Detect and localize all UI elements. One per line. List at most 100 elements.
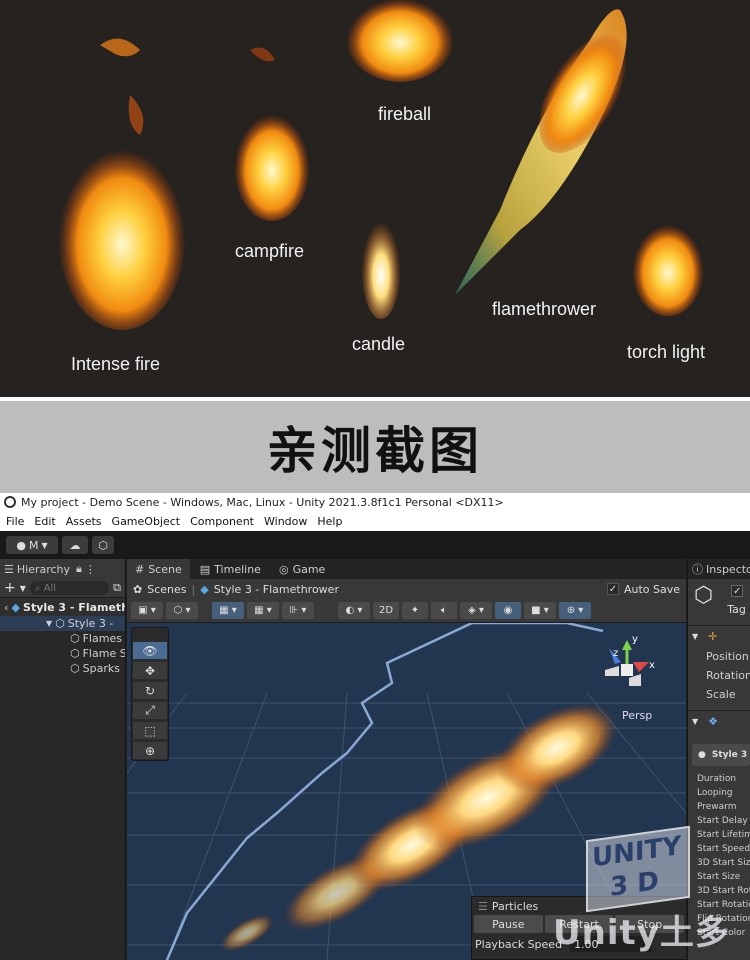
breadcrumb-item[interactable]: Style 3 - Flamethrower xyxy=(214,583,339,596)
hierarchy-panel: ☰ Hierarchy 🔒︎ ⋮ + ▼ ⌕ All ⧉ ‹ ◆ Style 3… xyxy=(0,559,126,960)
expand-arrow-icon[interactable]: ▼ xyxy=(46,619,52,628)
active-checkbox[interactable]: ✓ xyxy=(731,585,744,597)
menu-help[interactable]: Help xyxy=(317,515,342,528)
intense-fire-label: Intense fire xyxy=(71,354,161,374)
tab-game[interactable]: ◎ Game xyxy=(271,559,333,579)
prop-3d-start-rotation: 3D Start Rotation xyxy=(697,886,750,896)
scale-label: Scale xyxy=(706,688,736,701)
effects-showcase: Intense fire campfire fireball candle fl… xyxy=(0,0,750,397)
lighting-button[interactable]: ✦ xyxy=(402,602,428,619)
hierarchy-item[interactable]: ▼ ⬡ Style 3 - xyxy=(0,616,125,631)
banner-text: 亲测截图 xyxy=(267,422,483,480)
rotate-tool-button[interactable]: ↻ xyxy=(133,682,167,699)
more-icon[interactable]: ⋮ xyxy=(85,563,96,576)
window-title: My project - Demo Scene - Windows, Mac, … xyxy=(21,495,504,509)
collapse-arrow-icon: ▼ xyxy=(692,632,699,641)
hierarchy-tab[interactable]: ☰ Hierarchy 🔒︎ ⋮ xyxy=(0,559,125,579)
scene-visibility-button[interactable]: ◉ xyxy=(495,602,521,619)
chevron-down-icon[interactable]: ▼ xyxy=(20,584,26,593)
candle-effect xyxy=(361,211,401,319)
menu-component[interactable]: Component xyxy=(190,515,254,528)
tool-pivot-button[interactable]: ⬡ ▾ xyxy=(166,602,198,619)
scale-icon: ⤢ xyxy=(145,703,155,717)
gameobject-icon: ⬡ xyxy=(70,662,80,675)
rotate-icon: ↻ xyxy=(144,683,156,698)
hierarchy-item-label: Sparks xyxy=(82,662,120,675)
back-arrow-icon[interactable]: ‹ xyxy=(4,601,9,614)
account-button[interactable]: ● M ▼ xyxy=(6,536,58,554)
particle-system-header[interactable]: ▼ ❖ xyxy=(688,710,750,732)
window-titlebar: My project - Demo Scene - Windows, Mac, … xyxy=(0,493,750,511)
camera-button[interactable]: ■ ▾ xyxy=(524,602,556,619)
lock-icon[interactable]: 🔒︎ xyxy=(76,562,82,576)
move-tool-button[interactable]: ✥ xyxy=(133,662,167,679)
inspector-tab-label: Inspector xyxy=(706,562,750,576)
grid-settings-button[interactable]: ▦ ▾ xyxy=(247,602,279,619)
menu-assets[interactable]: Assets xyxy=(66,515,102,528)
main-toolbar: ● M ▼ ☁ ⬡ xyxy=(0,531,750,559)
transform-icon: ✛ xyxy=(708,630,718,643)
scene-visibility-icon[interactable]: ⧉ xyxy=(113,581,121,595)
add-icon[interactable]: + xyxy=(4,580,16,596)
shading-mode-button[interactable]: ◐ ▾ xyxy=(338,602,370,619)
breadcrumb-root[interactable]: Scenes xyxy=(147,583,186,596)
rect-tool-button[interactable]: ⬚ xyxy=(133,722,167,739)
menu-window[interactable]: Window xyxy=(264,515,307,528)
hierarchy-item-label: Flame S xyxy=(82,647,125,660)
search-icon: ⌕ xyxy=(34,582,44,594)
transform-tool-button[interactable]: ⊕ xyxy=(133,742,167,759)
auto-save-label: Auto Save xyxy=(623,582,680,596)
mode-2d-button[interactable]: 2D xyxy=(373,602,399,619)
prop-looping: Looping xyxy=(697,788,733,798)
particle-component-name: Style 3 xyxy=(711,750,748,760)
hierarchy-item[interactable]: ⬡ Sparks xyxy=(0,661,125,676)
hierarchy-item[interactable]: ⬡ Flame S xyxy=(0,646,125,661)
view-tool-button[interactable]: 👁︎ xyxy=(133,642,167,659)
rotation-label: Rotation xyxy=(706,669,750,682)
increment-snap-button[interactable]: ⊪ ▾ xyxy=(282,602,314,619)
gamepad-icon: ◎ xyxy=(278,562,289,576)
inspector-tab[interactable]: ⓘ Inspector xyxy=(688,559,750,579)
candle-label: candle xyxy=(352,334,406,354)
transform-header[interactable]: ▼ ✛ xyxy=(688,625,750,647)
persp-label[interactable]: Persp xyxy=(622,709,652,722)
unity-3d-watermark-logo: UNITY 3 D xyxy=(586,825,690,913)
tab-timeline-label: Timeline xyxy=(214,562,261,576)
particle-component-tab[interactable]: ● Style 3 xyxy=(692,744,750,766)
menu-file[interactable]: File xyxy=(6,515,24,528)
gizmos-button[interactable]: ⊕ ▾ xyxy=(559,602,591,619)
pause-button[interactable]: Pause xyxy=(474,915,543,933)
hierarchy-scene-header[interactable]: ‹ ◆ Style 3 - Flamethrower xyxy=(0,598,125,616)
menu-gameobject[interactable]: GameObject xyxy=(112,515,181,528)
grid-snap-button[interactable]: ▦ ▾ xyxy=(212,602,244,619)
rect-icon: ⬚ xyxy=(144,723,156,738)
gizmo-x-label: x xyxy=(649,660,655,671)
breadcrumb-separator: | xyxy=(191,582,196,596)
scenes-icon: ✿ xyxy=(133,582,143,596)
tool-handle-button[interactable]: ▣ ▾ xyxy=(131,602,163,619)
effects-button[interactable]: ◈ ▾ xyxy=(460,602,492,619)
cloud-button[interactable]: ☁ xyxy=(62,536,88,554)
hierarchy-search-input[interactable]: ⌕ All xyxy=(29,581,110,595)
auto-save-checkbox[interactable]: ✓ xyxy=(606,583,619,595)
tab-timeline[interactable]: ▤ Timeline xyxy=(192,559,269,579)
account-label: M xyxy=(28,538,39,552)
prop-start-speed: Start Speed xyxy=(697,844,750,854)
tag-label: Tag xyxy=(727,603,746,616)
tab-scene[interactable]: # Scene xyxy=(127,559,190,579)
prop-start-size: Start Size xyxy=(697,872,741,882)
collapse-arrow-icon: ▼ xyxy=(692,717,699,726)
cloud-icon: ☁ xyxy=(69,538,81,552)
collab-button[interactable]: ⬡ xyxy=(92,536,114,554)
hierarchy-item[interactable]: ⬡ Flames xyxy=(0,631,125,646)
prop-start-delay: Start Delay xyxy=(697,816,748,826)
hierarchy-item-label: Style 3 - xyxy=(67,617,114,630)
hierarchy-tab-label: Hierarchy xyxy=(16,562,71,576)
banner: 亲测截图 xyxy=(0,401,750,493)
audio-button[interactable]: 🔈︎ xyxy=(431,602,457,619)
gizmo-y-label: y xyxy=(632,634,638,645)
scale-tool-button[interactable]: ⤢ xyxy=(133,702,167,719)
hierarchy-toolbar: + ▼ ⌕ All ⧉ xyxy=(0,579,125,598)
menu-edit[interactable]: Edit xyxy=(34,515,55,528)
drag-handle-icon: ☰ xyxy=(478,899,488,913)
